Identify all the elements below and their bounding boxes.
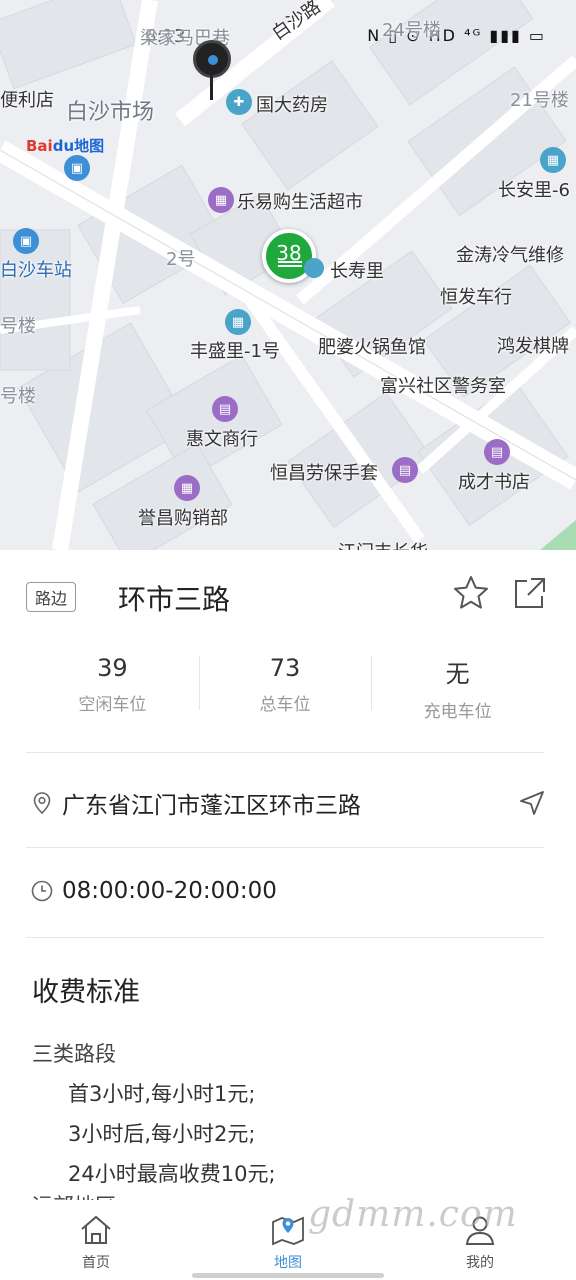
fee-category: 三类路段: [32, 1042, 116, 1066]
divider: [26, 937, 544, 938]
map-label-changshouli[interactable]: 长寿里: [330, 257, 384, 283]
location-pin-icon: [33, 792, 51, 815]
shop-icon[interactable]: ▤: [212, 396, 238, 422]
favorite-star-icon[interactable]: [452, 574, 490, 612]
tab-label: 我的: [466, 1255, 494, 1271]
map-label-guoda[interactable]: 国大药房: [256, 91, 328, 117]
map-label-no24: 24号楼: [382, 20, 441, 41]
stat-charging-spaces: 无 充电车位: [371, 654, 544, 722]
road-type-tag: 路边: [26, 582, 77, 612]
stat-label: 充电车位: [423, 702, 492, 722]
location-pin-stem: [210, 74, 213, 100]
fee-category-next: 远郊地区: [32, 1190, 116, 1200]
map-label-fuxing[interactable]: 富兴社区警务室: [380, 372, 506, 398]
bus-station-icon[interactable]: ▣: [13, 228, 39, 254]
watermark: gdmm.com: [308, 1194, 518, 1235]
stat-total-spaces: 73 总车位: [198, 654, 372, 715]
map-label-leyigou[interactable]: 乐易购生活超市: [237, 188, 363, 214]
clock-icon: [31, 880, 53, 902]
stat-free-spaces: 39 空闲车位: [26, 654, 199, 715]
bookstore-icon[interactable]: ▤: [484, 439, 510, 465]
map-label-feipo[interactable]: 肥婆火锅鱼馆: [318, 333, 426, 359]
parking-title: 环市三路: [118, 583, 231, 616]
stat-value: 39: [97, 654, 128, 682]
tab-label: 首页: [82, 1255, 110, 1271]
fee-line: 24小时最高收费10元;: [68, 1162, 276, 1186]
map-label-jintao[interactable]: 金涛冷气维修: [456, 241, 564, 267]
residential-icon[interactable]: [304, 258, 324, 278]
pharmacy-icon[interactable]: ✚: [226, 89, 252, 115]
fee-line: 3小时后,每小时2元;: [68, 1122, 256, 1146]
fee-standard-title: 收费标准: [32, 977, 140, 1008]
parking-marker-lines: [278, 261, 302, 267]
divider: [26, 847, 544, 848]
map-label-chengcai[interactable]: 成才书店: [458, 468, 530, 494]
current-location-pin: [193, 40, 231, 78]
baidu-logo-a: Bai: [26, 137, 53, 155]
map-label-hengfa[interactable]: 恒发车行: [440, 283, 512, 309]
tab-label: 地图: [274, 1255, 302, 1271]
map-label-huiwen[interactable]: 惠文商行: [186, 425, 258, 451]
map-label-hengchang[interactable]: 恒昌劳保手套: [270, 459, 378, 485]
stat-value: 73: [269, 654, 301, 682]
tab-home[interactable]: 首页: [0, 1200, 192, 1280]
stat-label: 总车位: [259, 695, 311, 715]
home-indicator[interactable]: [192, 1273, 384, 1278]
map-label-fengshengli[interactable]: 丰盛里-1号: [190, 337, 280, 363]
hours-text: 08:00:00-20:00:00: [62, 878, 277, 904]
supermarket-icon[interactable]: ▦: [208, 187, 234, 213]
map-label-hao-lou-1: 号楼: [0, 316, 36, 337]
baidu-logo-b: du地图: [52, 137, 105, 155]
stat-value: 无: [445, 660, 470, 688]
divider: [26, 752, 544, 753]
share-icon[interactable]: [510, 574, 548, 612]
baidu-map-logo: Baidu地图: [26, 135, 104, 156]
stat-label: 空闲车位: [78, 695, 147, 715]
map-label-jiangmen[interactable]: 江门丰长华: [338, 538, 428, 550]
map-label-no21: 21号楼: [510, 90, 569, 111]
map-label-hongfa[interactable]: 鸿发棋牌: [497, 332, 569, 358]
address-row[interactable]: 广东省江门市蓬江区环市三路: [30, 786, 546, 820]
residential-icon[interactable]: ▦: [225, 309, 251, 335]
map-view[interactable]: 6:13 N ▯ ⊙ HD ⁴ᴳ ▮▮▮ ▭ 梁家马巴巷 白沙路 24号楼 21…: [0, 0, 576, 550]
map-label-no2: 2号: [166, 249, 196, 270]
shop-icon[interactable]: ▤: [392, 457, 418, 483]
home-icon: [81, 1215, 111, 1244]
fee-line: 首3小时,每小时1元;: [68, 1082, 256, 1106]
map-label-yuchang[interactable]: 誉昌购销部: [138, 504, 228, 530]
map-label-changanli[interactable]: 长安里-6: [498, 176, 570, 202]
parking-detail-sheet: 路边 环市三路 39 空闲车位 73 总车位 无 充电车位 广东省江门市蓬江区环…: [0, 550, 576, 1200]
map-label-baisha-market: 白沙市场: [66, 100, 155, 125]
residential-icon[interactable]: ▦: [540, 147, 566, 173]
map-label-store: 便利店: [0, 90, 54, 111]
map-label-hao-lou-2: 号楼: [0, 386, 36, 407]
hours-row: 08:00:00-20:00:00: [30, 878, 546, 904]
navigate-icon[interactable]: [518, 789, 546, 817]
address-text: 广东省江门市蓬江区环市三路: [62, 793, 361, 819]
map-label-baisha-station[interactable]: 白沙车站: [0, 256, 72, 282]
map-icon: [272, 1216, 304, 1246]
supermarket-icon[interactable]: ▦: [174, 475, 200, 501]
parking-stats: 39 空闲车位 73 总车位 无 充电车位: [26, 654, 544, 722]
bus-stop-icon[interactable]: ▣: [64, 155, 90, 181]
